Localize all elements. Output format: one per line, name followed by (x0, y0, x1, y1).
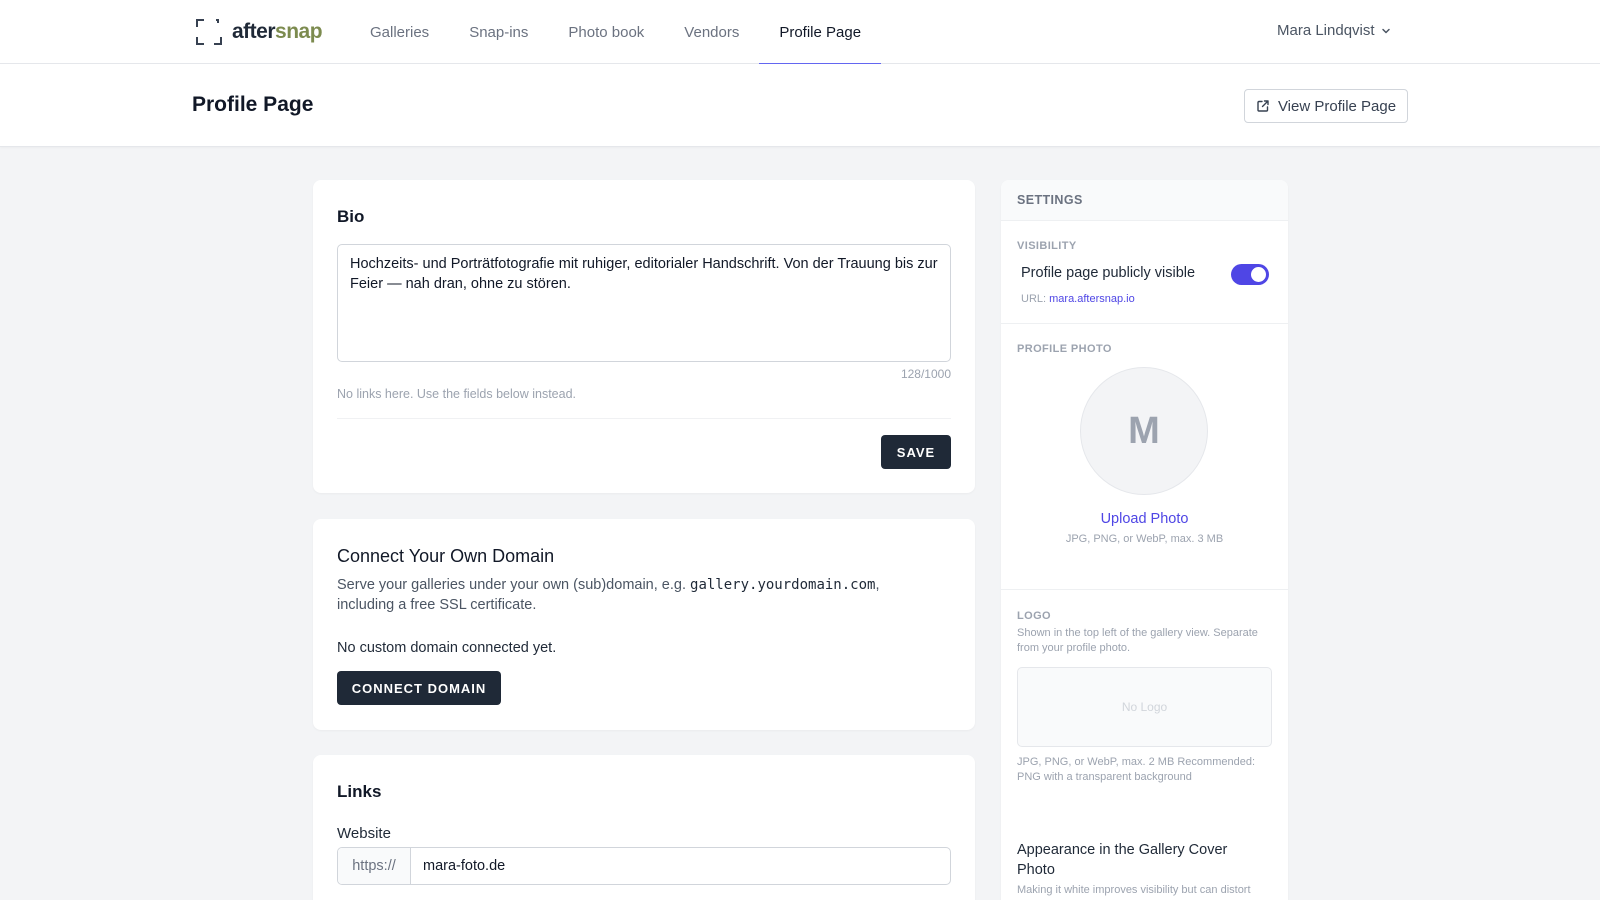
logo-label: LOGO (1017, 610, 1051, 622)
domain-desc-text: Serve your galleries under your own (sub… (337, 577, 691, 593)
page-header: Profile Page View Profile Page (0, 64, 1600, 147)
save-bio-button[interactable]: SAVE (881, 435, 951, 469)
appearance-title: Appearance in the Gallery Cover Photo (1017, 842, 1228, 878)
url-prefix: URL: (1021, 293, 1047, 305)
visibility-toggle-label: Profile page publicly visible (1021, 265, 1196, 281)
connect-domain-button[interactable]: CONNECT DOMAIN (337, 671, 501, 705)
bio-char-count: 128/1000 (900, 367, 951, 381)
brand-name-part1: after (232, 20, 276, 43)
brand-logo[interactable]: aftersnap (196, 19, 323, 45)
logo-placeholder: No Logo (1121, 700, 1168, 714)
profile-url: URL: mara.aftersnap.io (1021, 293, 1135, 305)
divider (1001, 323, 1288, 324)
chevron-down-icon (1381, 28, 1390, 33)
settings-title: SETTINGS (1017, 193, 1083, 207)
profile-url-link[interactable]: mara.aftersnap.io (1049, 293, 1135, 305)
user-name: Mara Lindqvist (1277, 22, 1375, 39)
view-profile-label: View Profile Page (1277, 97, 1397, 115)
domain-card: Connect Your Own Domain Serve your galle… (313, 519, 975, 730)
logo-description: Shown in the top left of the gallery vie… (1017, 627, 1258, 654)
avatar: M (1080, 367, 1208, 495)
divider (1001, 589, 1288, 590)
bio-textarea[interactable]: Hochzeits- und Porträtfotografie mit ruh… (337, 244, 951, 362)
toggle-knob (1251, 267, 1266, 282)
bio-card: Bio Hochzeits- und Porträtfotografie mit… (313, 180, 975, 493)
upload-photo-hint: JPG, PNG, or WebP, max. 3 MB (1065, 533, 1224, 545)
domain-example-code: gallery.yourdomain.com (690, 577, 876, 593)
nav-photo-book[interactable]: Photo book (548, 0, 664, 64)
domain-description: Serve your galleries under your own (sub… (337, 575, 937, 615)
top-navigation: aftersnap Galleries Snap-ins Photo book … (0, 0, 1600, 65)
links-card: Links Website https:// mara-foto.de (313, 755, 975, 900)
website-field[interactable]: https:// mara-foto.de (337, 847, 951, 885)
website-input[interactable]: mara-foto.de (411, 848, 950, 884)
profile-photo-label: PROFILE PHOTO (1017, 343, 1112, 355)
visibility-toggle[interactable] (1231, 264, 1269, 285)
view-profile-button[interactable]: View Profile Page (1244, 89, 1408, 123)
visibility-label: VISIBILITY (1017, 240, 1077, 252)
main-nav: Galleries Snap-ins Photo book Vendors Pr… (350, 0, 881, 65)
nav-galleries[interactable]: Galleries (350, 0, 449, 64)
user-menu[interactable]: Mara Lindqvist (1277, 22, 1391, 39)
viewfinder-corners-icon (196, 19, 222, 45)
bio-hint: No links here. Use the fields below inst… (337, 387, 577, 401)
settings-panel: SETTINGS VISIBILITY Profile page publicl… (1001, 180, 1288, 900)
logo-hint: JPG, PNG, or WebP, max. 2 MB Recommended… (1017, 756, 1256, 783)
brand-wordmark: aftersnap (232, 20, 323, 44)
website-prefix: https:// (338, 848, 411, 884)
external-link-icon (1257, 100, 1269, 112)
logo-upload-box[interactable]: No Logo (1017, 667, 1272, 747)
upload-photo-link[interactable]: Upload Photo (1001, 511, 1288, 527)
nav-profile-page[interactable]: Profile Page (759, 0, 881, 65)
bio-title: Bio (337, 207, 365, 226)
settings-header: SETTINGS (1001, 180, 1288, 221)
nav-vendors[interactable]: Vendors (664, 0, 759, 64)
links-title: Links (337, 782, 382, 801)
domain-status: No custom domain connected yet. (337, 640, 557, 656)
nav-snap-ins[interactable]: Snap-ins (449, 0, 548, 64)
appearance-description: Making it white improves visibility but … (1017, 884, 1251, 896)
website-label: Website (337, 825, 391, 842)
domain-title: Connect Your Own Domain (337, 546, 555, 566)
divider (337, 418, 951, 419)
brand-name-part2: snap (275, 20, 323, 43)
page-title: Profile Page (192, 93, 314, 116)
